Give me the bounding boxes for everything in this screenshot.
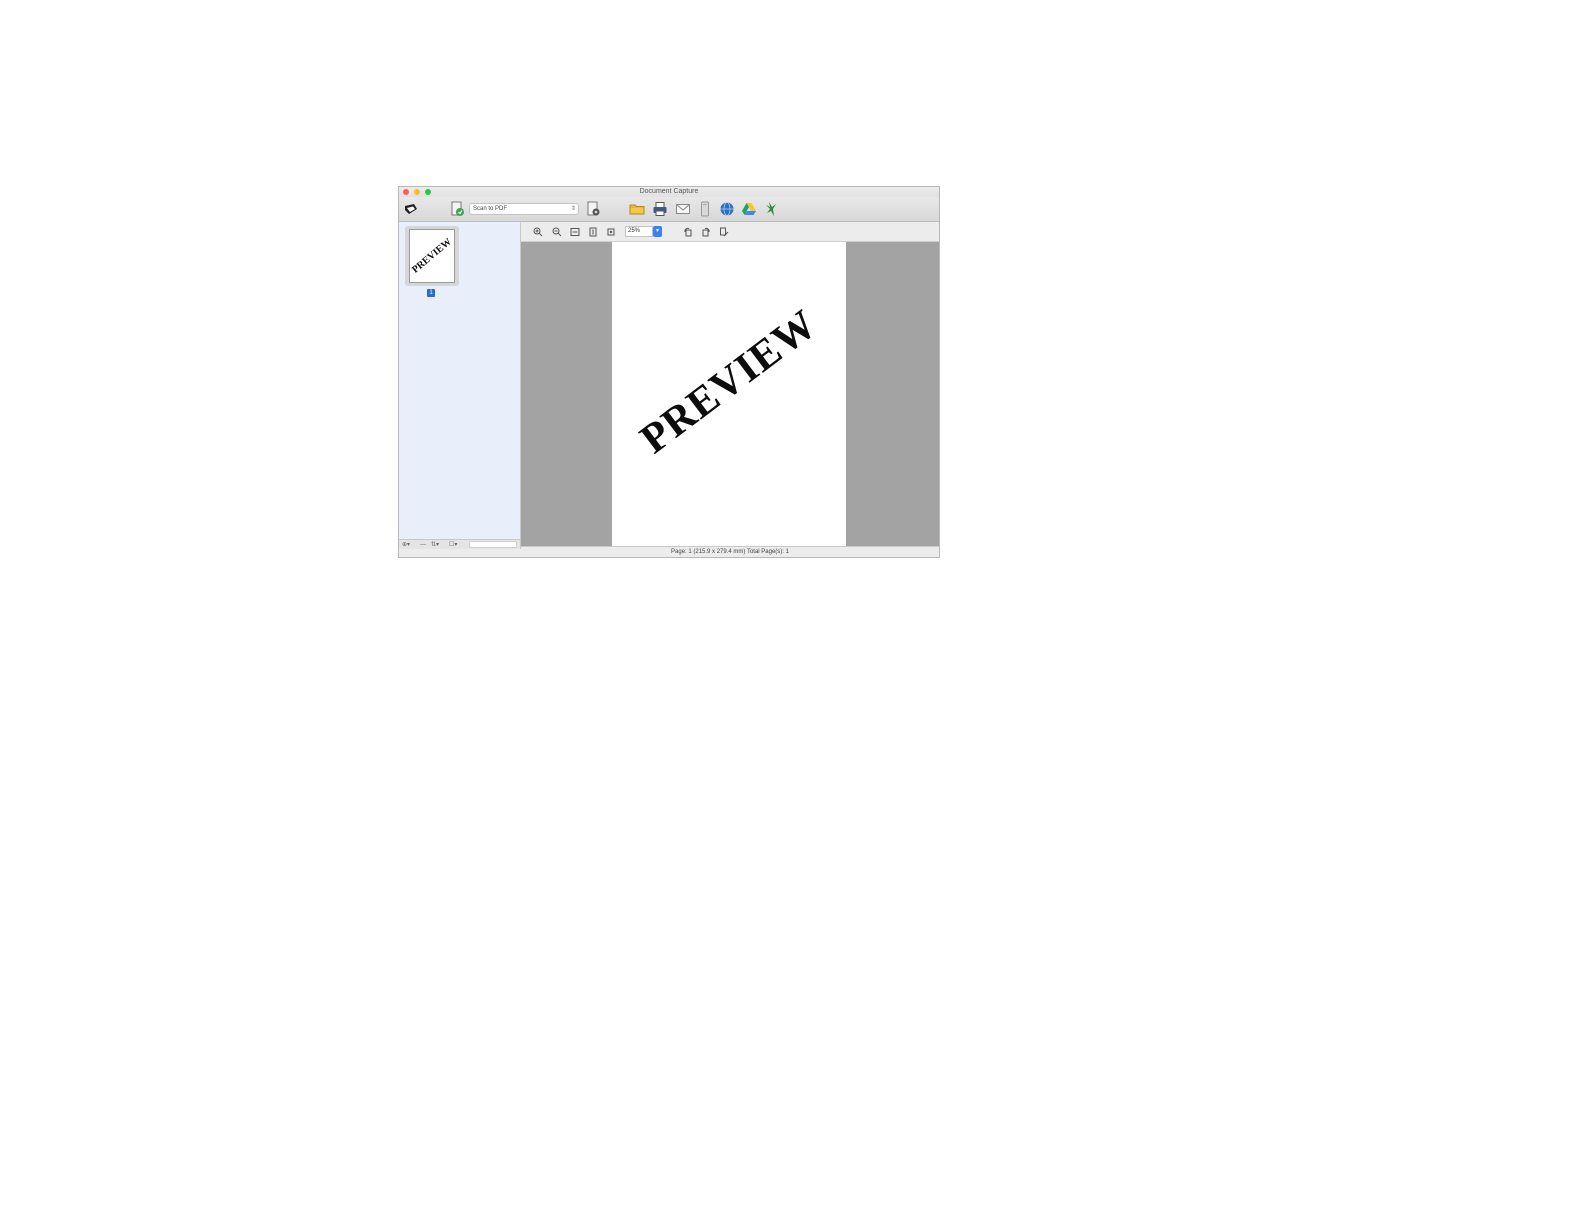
scanner-icon[interactable] — [403, 201, 419, 217]
edit-page-icon[interactable] — [719, 227, 729, 237]
rotate-left-icon[interactable] — [683, 227, 693, 237]
add-page-button[interactable]: ⊕▾ — [402, 541, 410, 549]
save-folder-icon[interactable] — [629, 201, 645, 217]
actual-size-icon[interactable] — [606, 227, 616, 237]
document-capture-window: Document Capture Scan to PDF ⇕ PREVIEW 1… — [398, 186, 940, 558]
web-service-icon[interactable] — [719, 201, 735, 217]
select-arrows-icon: ⇕ — [570, 206, 576, 212]
fit-width-icon[interactable] — [570, 227, 580, 237]
window-title: Document Capture — [639, 188, 699, 195]
thumbnail-page: PREVIEW — [409, 229, 455, 283]
zoom-level-field[interactable]: 25% — [625, 226, 653, 237]
fit-page-icon[interactable] — [588, 227, 598, 237]
title-bar[interactable]: Document Capture — [399, 187, 939, 197]
scan-job-icon[interactable] — [449, 201, 465, 217]
viewer-toolbar: 25% ▾ — [521, 222, 939, 242]
google-drive-icon[interactable] — [741, 201, 757, 217]
scan-job-select[interactable]: Scan to PDF ⇕ — [469, 203, 579, 215]
job-settings-icon[interactable] — [585, 201, 601, 217]
page-viewer[interactable]: PREVIEW — [521, 242, 939, 546]
view-options-button[interactable]: ☐▾ — [449, 541, 457, 549]
scan-job-value: Scan to PDF — [473, 206, 508, 212]
evernote-icon[interactable] — [763, 201, 779, 217]
thumbnail-preview-text: PREVIEW — [410, 236, 454, 276]
remove-page-button[interactable]: — — [420, 541, 426, 549]
thumbnail-page-number: 1 — [427, 289, 435, 297]
send-to-app-icon[interactable] — [697, 201, 713, 217]
page-thumbnail[interactable]: PREVIEW — [405, 226, 459, 286]
preview-page: PREVIEW — [612, 242, 846, 546]
sidebar-bottom-bar: ⊕▾ — ⇅▾ ☐▾ — [399, 539, 521, 549]
thumbnail-search-input[interactable] — [469, 541, 517, 548]
zoom-out-icon[interactable] — [552, 227, 562, 237]
rotate-right-icon[interactable] — [701, 227, 711, 237]
print-icon[interactable] — [652, 201, 668, 217]
zoom-in-icon[interactable] — [533, 227, 543, 237]
main-toolbar: Scan to PDF ⇕ — [399, 197, 939, 222]
zoom-level-value: 25% — [628, 228, 641, 234]
preview-watermark-text: PREVIEW — [632, 300, 826, 463]
status-text: Page: 1 (215.9 x 279.4 mm) Total Page(s)… — [671, 549, 789, 555]
thumbnail-sidebar: PREVIEW 1 — [399, 222, 521, 539]
email-icon[interactable] — [675, 201, 691, 217]
status-bar: Page: 1 (215.9 x 279.4 mm) Total Page(s)… — [521, 546, 939, 557]
zoom-dropdown-button[interactable]: ▾ — [653, 226, 662, 237]
sort-pages-button[interactable]: ⇅▾ — [431, 541, 439, 549]
